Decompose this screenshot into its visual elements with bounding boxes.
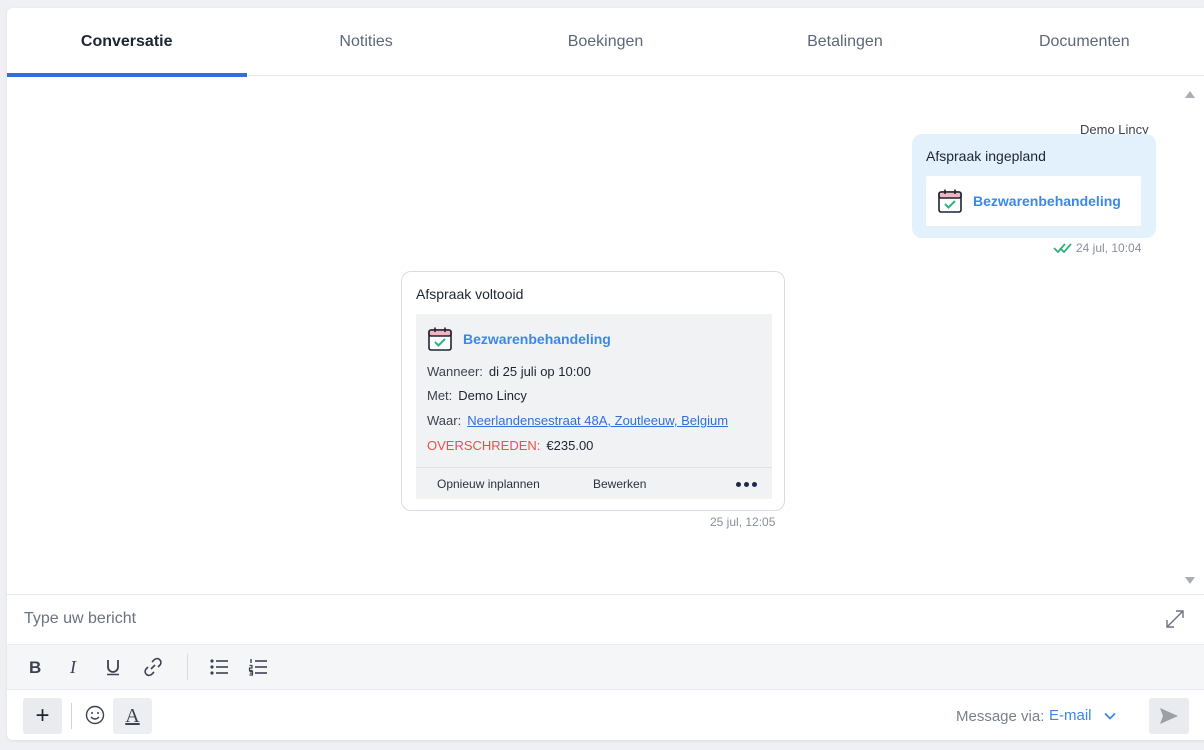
service-link[interactable]: Bezwarenbehandeling <box>973 193 1121 209</box>
where-label: Waar: <box>427 413 462 428</box>
text-format-button[interactable]: A <box>113 698 152 734</box>
address-link[interactable]: Neerlandensestraat 48A, Zoutleeuw, Belgi… <box>467 413 728 428</box>
channel-value: E-mail <box>1049 707 1092 724</box>
appointment-details-card: Bezwarenbehandeling Wanneer: di 25 juli o… <box>416 314 772 499</box>
link-icon[interactable] <box>141 655 165 679</box>
with-label: Met: <box>427 388 453 403</box>
formatting-toolbar: B I <box>7 644 1204 690</box>
add-attachment-button[interactable]: + <box>23 698 62 734</box>
text-format-icon: A <box>125 704 140 727</box>
composer-bottom-bar: + A Message via: E-mail <box>7 691 1204 740</box>
tab-notities[interactable]: Notities <box>246 8 485 76</box>
emoji-icon[interactable] <box>82 702 108 728</box>
bullet-list-icon[interactable] <box>207 655 231 679</box>
edit-button[interactable]: Bewerken <box>593 477 646 491</box>
when-value: di 25 juli op 10:00 <box>488 364 591 379</box>
incoming-message-bubble: Afspraak voltooid Bezwarenbehandeling Wa… <box>401 271 785 511</box>
bold-icon[interactable]: B <box>23 655 47 679</box>
appointment-header: Bezwarenbehandeling <box>427 326 611 352</box>
appointment-actions: Opnieuw inplannen Bewerken <box>416 467 772 499</box>
with-row: Met: Demo Lincy <box>427 388 527 403</box>
tab-conversatie[interactable]: Conversatie <box>7 8 248 77</box>
numbered-list-icon[interactable] <box>246 655 270 679</box>
channel-select[interactable]: E-mail <box>1049 707 1116 724</box>
double-check-icon <box>1053 243 1072 254</box>
expand-icon[interactable] <box>1164 608 1186 630</box>
amount-value: €235.00 <box>546 438 594 453</box>
chevron-down-icon <box>1103 712 1116 720</box>
appointment-link-card[interactable]: Bezwarenbehandeling <box>926 176 1141 226</box>
tab-boekingen[interactable]: Boekingen <box>486 8 725 76</box>
calendar-check-icon <box>938 189 962 213</box>
with-value: Demo Lincy <box>458 388 527 403</box>
send-button[interactable] <box>1149 698 1189 734</box>
reschedule-button[interactable]: Opnieuw inplannen <box>437 477 540 491</box>
scroll-up-arrow[interactable] <box>1185 91 1195 98</box>
send-icon <box>1160 708 1178 724</box>
when-row: Wanneer: di 25 juli op 10:00 <box>427 364 591 379</box>
italic-icon[interactable]: I <box>62 655 86 679</box>
where-row: Waar: Neerlandensestraat 48A, Zoutleeuw, … <box>427 413 728 428</box>
toolbar-divider <box>187 654 188 680</box>
when-label: Wanneer: <box>427 364 483 379</box>
calendar-check-icon <box>428 327 452 351</box>
divider <box>71 703 72 729</box>
tab-bar: Conversatie Notities Boekingen Betalinge… <box>7 8 1204 77</box>
outgoing-message-bubble: Afspraak ingepland Bezwarenbehandeling <box>912 134 1156 238</box>
overdue-label: OVERSCHREDEN: <box>427 438 541 453</box>
message-composer: B I + A Messa <box>7 594 1204 740</box>
tab-documenten[interactable]: Documenten <box>965 8 1204 76</box>
timestamp-text: 24 jul, 10:04 <box>1076 241 1142 255</box>
tab-betalingen[interactable]: Betalingen <box>725 8 964 76</box>
more-dots-icon[interactable] <box>736 482 757 487</box>
conversation-panel: Conversatie Notities Boekingen Betalinge… <box>7 8 1204 740</box>
service-link[interactable]: Bezwarenbehandeling <box>463 331 611 347</box>
svg-text:B: B <box>29 658 41 676</box>
message-title: Afspraak voltooid <box>416 286 524 302</box>
outgoing-timestamp: 24 jul, 10:04 <box>1053 241 1141 255</box>
message-list[interactable]: Demo Lincy Afspraak ingepland Bezwarenbe… <box>7 77 1204 594</box>
incoming-timestamp: 25 jul, 12:05 <box>710 515 776 529</box>
message-title: Afspraak ingepland <box>926 148 1046 164</box>
message-input[interactable] <box>7 595 1157 643</box>
scroll-down-arrow[interactable] <box>1185 577 1195 584</box>
plus-icon: + <box>35 702 50 729</box>
svg-text:I: I <box>69 658 77 676</box>
message-via-label: Message via: <box>956 708 1045 725</box>
underline-icon[interactable] <box>101 655 125 679</box>
status-row: OVERSCHREDEN: €235.00 <box>427 438 593 453</box>
